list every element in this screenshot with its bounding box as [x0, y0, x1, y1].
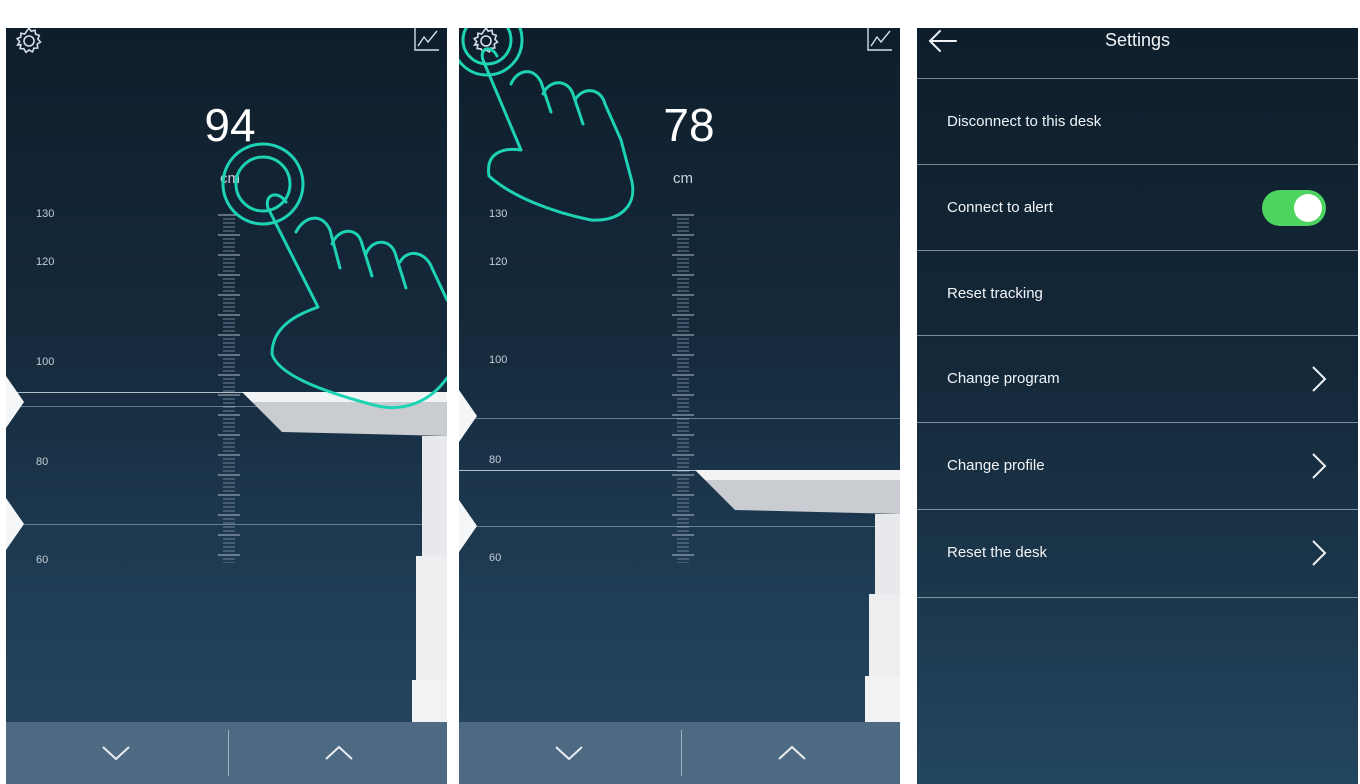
- tap-hand-icon: [221, 142, 447, 409]
- move-down-button[interactable]: [6, 722, 226, 784]
- scale-label: 60: [36, 554, 49, 566]
- settings-item-label: Change program: [947, 370, 1060, 387]
- scale-label: 60: [489, 552, 502, 564]
- height-value: 78: [663, 99, 715, 151]
- bottom-control-bar: [459, 722, 900, 784]
- chevron-right-icon: [1312, 453, 1327, 479]
- bottom-control-bar: [6, 722, 447, 784]
- line-chart-icon[interactable]: [413, 28, 441, 52]
- toggle-knob: [1294, 194, 1322, 222]
- scale-label: 130: [36, 208, 55, 220]
- chevron-up-icon: [778, 745, 806, 760]
- desk-height-screen-2: 78 cm 130 120 100 80 60: [459, 28, 900, 784]
- gear-icon[interactable]: [12, 28, 46, 58]
- settings-item-reset-desk[interactable]: Reset the desk: [917, 510, 1358, 596]
- desk-illustration: [242, 392, 447, 730]
- scale-label: 100: [36, 356, 55, 368]
- settings-item-change-program[interactable]: Change program: [917, 336, 1358, 422]
- desk-height-screen-1: 94 cm 130 120 100 80 60: [6, 28, 447, 784]
- tap-hand-icon: [459, 28, 635, 222]
- settings-item-disconnect[interactable]: Disconnect to this desk: [917, 79, 1358, 165]
- settings-item-label: Reset the desk: [947, 544, 1048, 561]
- height-unit: cm: [673, 170, 693, 187]
- settings-item-label: Reset tracking: [947, 285, 1043, 302]
- settings-item-label: Connect to alert: [947, 199, 1053, 216]
- preset-marker[interactable]: [6, 376, 24, 428]
- height-unit: cm: [220, 170, 240, 187]
- scale-label: 100: [489, 354, 508, 366]
- settings-item-label: Disconnect to this desk: [947, 113, 1102, 130]
- preset-line: [459, 418, 900, 419]
- height-ruler: [672, 214, 694, 563]
- scale-label: 120: [36, 256, 55, 268]
- preset-marker[interactable]: [459, 500, 477, 552]
- settings-title: Settings: [1104, 30, 1171, 50]
- chevron-down-icon: [102, 746, 130, 761]
- move-up-button[interactable]: [682, 722, 900, 784]
- move-down-button[interactable]: [459, 722, 679, 784]
- chevron-down-icon: [555, 746, 583, 761]
- settings-screen: Settings Disconnect to this desk Connect…: [917, 28, 1358, 784]
- connect-alert-toggle[interactable]: [1262, 190, 1326, 226]
- scale-label: 120: [489, 256, 508, 268]
- chevron-right-icon: [1312, 540, 1327, 566]
- preset-marker[interactable]: [459, 390, 477, 442]
- separator: [917, 597, 1358, 598]
- chevron-right-icon: [1312, 366, 1327, 392]
- preset-marker[interactable]: [6, 498, 24, 550]
- settings-item-connect-alert: Connect to alert: [917, 165, 1358, 251]
- height-value: 94: [204, 99, 256, 151]
- chevron-up-icon: [325, 745, 353, 760]
- desk-illustration: [695, 470, 900, 730]
- settings-item-change-profile[interactable]: Change profile: [917, 423, 1358, 509]
- scale-label: 130: [489, 208, 508, 220]
- gear-icon[interactable]: [469, 28, 503, 58]
- move-up-button[interactable]: [229, 722, 447, 784]
- settings-item-reset-tracking[interactable]: Reset tracking: [917, 251, 1358, 337]
- scale-label: 80: [489, 454, 502, 466]
- line-chart-icon[interactable]: [866, 28, 894, 52]
- settings-header: Settings: [917, 28, 1358, 78]
- scale-label: 80: [36, 456, 49, 468]
- settings-item-label: Change profile: [947, 457, 1045, 474]
